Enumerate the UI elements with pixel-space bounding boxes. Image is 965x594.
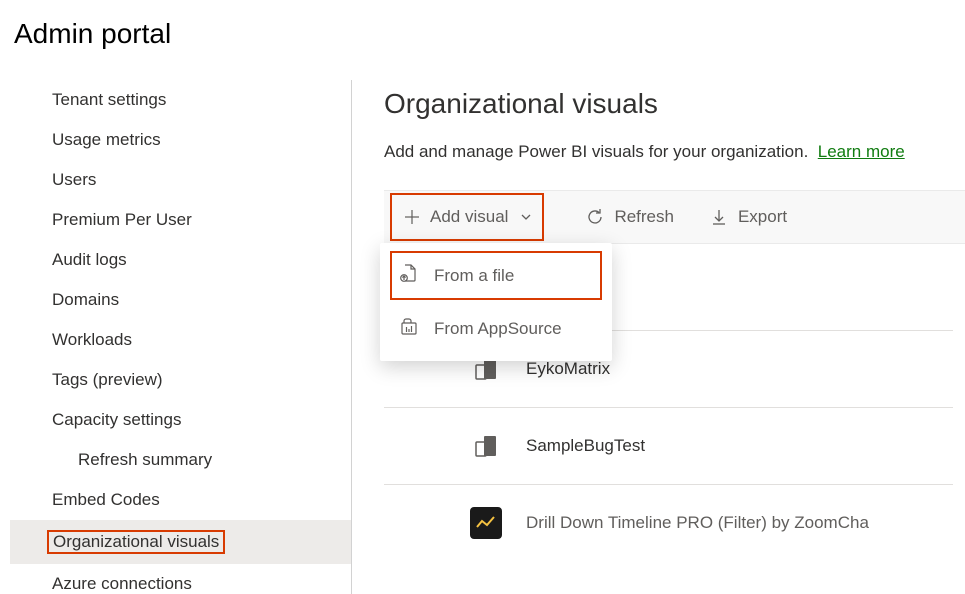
appsource-icon xyxy=(400,316,418,341)
chevron-down-icon xyxy=(520,211,532,223)
sidebar-item-label: Azure connections xyxy=(52,574,192,593)
sidebar-item-domains[interactable]: Domains xyxy=(10,280,351,320)
refresh-button[interactable]: Refresh xyxy=(568,191,692,243)
content: Organizational visuals Add and manage Po… xyxy=(352,80,965,594)
sidebar-item-refresh-summary[interactable]: Refresh summary xyxy=(10,440,351,480)
toolbar: Add visual Refresh Export xyxy=(384,190,965,244)
download-icon xyxy=(710,208,728,226)
export-button[interactable]: Export xyxy=(692,191,805,243)
sidebar-item-usage-metrics[interactable]: Usage metrics xyxy=(10,120,351,160)
highlight-box: Add visual xyxy=(390,193,544,241)
sidebar-item-workloads[interactable]: Workloads xyxy=(10,320,351,360)
sidebar-item-capacity-settings[interactable]: Capacity settings xyxy=(10,400,351,440)
dropdown-label: From a file xyxy=(434,266,514,286)
highlight-box: Organizational visuals xyxy=(47,530,225,554)
sidebar-item-label: Capacity settings xyxy=(52,410,181,429)
sidebar-item-azure-connections[interactable]: Azure connections xyxy=(10,564,351,594)
sidebar-item-label: Tags (preview) xyxy=(52,370,163,389)
visual-name: EykoMatrix xyxy=(526,359,610,379)
learn-more-link[interactable]: Learn more xyxy=(818,142,905,161)
sidebar-item-embed-codes[interactable]: Embed Codes xyxy=(10,480,351,520)
visual-name: Drill Down Timeline PRO (Filter) by Zoom… xyxy=(526,513,869,533)
visuals-list: EykoMatrix SampleBugTest Drill Down Time… xyxy=(384,330,965,539)
header: Admin portal xyxy=(0,0,965,60)
dropdown-label: From AppSource xyxy=(434,319,562,339)
sidebar-item-label: Premium Per User xyxy=(52,210,192,229)
sidebar-item-tags[interactable]: Tags (preview) xyxy=(10,360,351,400)
dropdown-from-file[interactable]: From a file xyxy=(380,249,612,302)
custom-visual-icon xyxy=(470,430,502,462)
sidebar-item-users[interactable]: Users xyxy=(10,160,351,200)
sidebar-item-label: Usage metrics xyxy=(52,130,161,149)
sidebar-item-label: Users xyxy=(52,170,96,189)
sidebar-item-organizational-visuals[interactable]: Organizational visuals xyxy=(10,520,351,564)
page-subtitle-row: Add and manage Power BI visuals for your… xyxy=(384,142,965,162)
sidebar-item-label: Workloads xyxy=(52,330,132,349)
sidebar-item-label: Embed Codes xyxy=(52,490,160,509)
sidebar-item-label: Refresh summary xyxy=(78,450,212,469)
list-item[interactable]: Drill Down Timeline PRO (Filter) by Zoom… xyxy=(384,485,953,539)
main-container: Tenant settings Usage metrics Users Prem… xyxy=(0,80,965,594)
plus-icon xyxy=(404,209,420,225)
zoomcharts-icon xyxy=(470,507,502,539)
sidebar-item-tenant-settings[interactable]: Tenant settings xyxy=(10,80,351,120)
sidebar-item-label: Tenant settings xyxy=(52,90,166,109)
sidebar-item-label: Audit logs xyxy=(52,250,127,269)
sidebar-item-audit-logs[interactable]: Audit logs xyxy=(10,240,351,280)
list-item[interactable]: SampleBugTest xyxy=(384,408,953,485)
sidebar-item-label: Domains xyxy=(52,290,119,309)
refresh-label: Refresh xyxy=(614,207,674,227)
add-visual-button[interactable]: Add visual xyxy=(404,195,532,239)
dropdown-from-appsource[interactable]: From AppSource xyxy=(380,302,612,355)
page-title: Organizational visuals xyxy=(384,88,965,120)
add-visual-label: Add visual xyxy=(430,207,508,227)
export-label: Export xyxy=(738,207,787,227)
sidebar: Tenant settings Usage metrics Users Prem… xyxy=(0,80,352,594)
file-upload-icon xyxy=(400,263,418,288)
add-visual-dropdown: From a file From AppSource xyxy=(380,243,612,361)
sidebar-item-premium-per-user[interactable]: Premium Per User xyxy=(10,200,351,240)
sidebar-item-label: Organizational visuals xyxy=(53,532,219,551)
page-subtitle: Add and manage Power BI visuals for your… xyxy=(384,142,808,161)
refresh-icon xyxy=(586,208,604,226)
visual-name: SampleBugTest xyxy=(526,436,645,456)
portal-title: Admin portal xyxy=(14,18,951,50)
